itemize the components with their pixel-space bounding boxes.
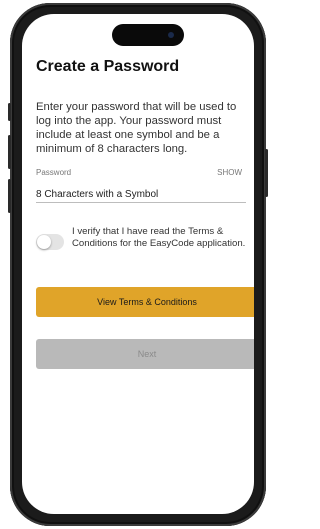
action-button xyxy=(8,103,11,121)
password-input[interactable] xyxy=(36,186,246,203)
dynamic-island xyxy=(112,24,184,46)
view-terms-button[interactable]: View Terms & Conditions xyxy=(36,287,254,317)
password-label: Password xyxy=(36,168,72,177)
power-button xyxy=(265,149,268,197)
show-password-toggle[interactable]: SHOW xyxy=(217,168,242,177)
camera-lens-icon xyxy=(168,32,174,38)
page-title: Create a Password xyxy=(36,58,180,75)
next-button[interactable]: Next xyxy=(36,339,254,369)
toggle-knob xyxy=(37,235,51,249)
volume-up-button xyxy=(8,135,11,169)
instructions-text: Enter your password that will be used to… xyxy=(36,101,237,155)
terms-verify-text: I verify that I have read the Terms & Co… xyxy=(72,226,246,249)
app-screen: Create a Password Enter your password th… xyxy=(22,14,254,514)
volume-down-button xyxy=(8,179,11,213)
terms-verify-toggle[interactable] xyxy=(36,234,64,250)
